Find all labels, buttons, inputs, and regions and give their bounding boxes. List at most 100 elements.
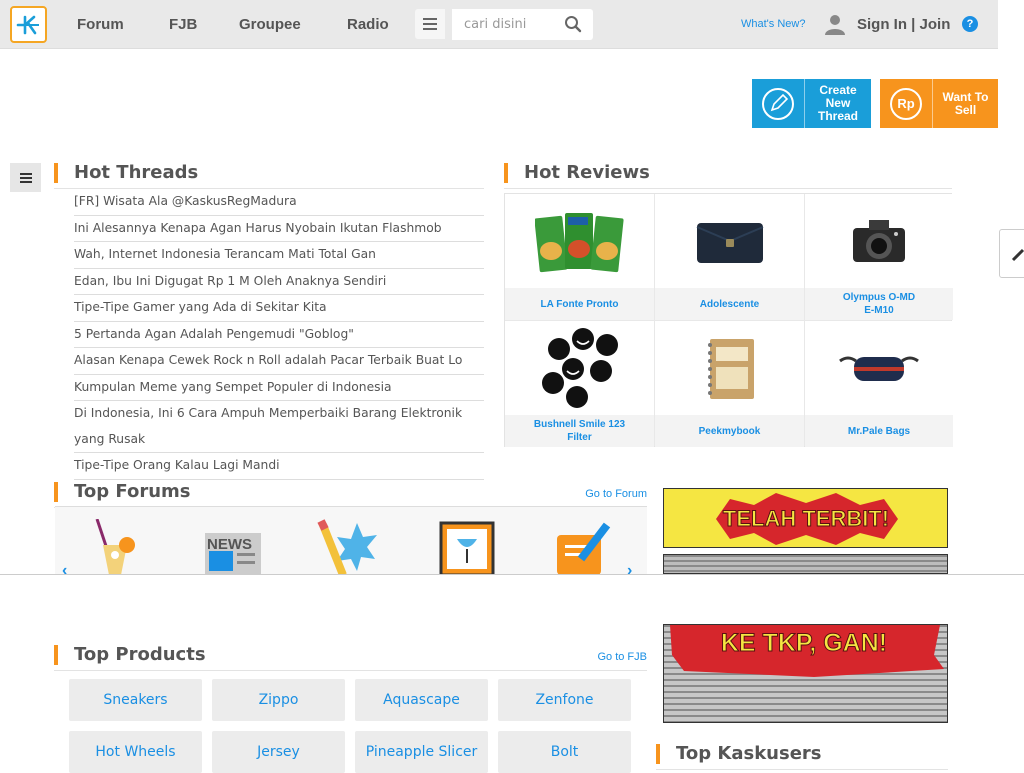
product-tag[interactable]: Bolt bbox=[498, 731, 631, 773]
hot-reviews-header: Hot Reviews bbox=[504, 162, 952, 189]
section-divider bbox=[0, 574, 1024, 575]
thread-item[interactable]: Edan, Ibu Ini Digugat Rp 1 M Oleh Anakny… bbox=[74, 269, 484, 295]
top-forums-title: Top Forums bbox=[74, 481, 191, 502]
review-card[interactable]: Adolescente bbox=[655, 194, 804, 320]
rupiah-icon: Rp bbox=[890, 87, 922, 120]
product-tag[interactable]: Hot Wheels bbox=[69, 731, 202, 773]
review-card[interactable]: Mr.Pale Bags bbox=[805, 321, 953, 447]
chevron-right-icon[interactable]: › bbox=[627, 562, 632, 580]
section-accent-bar bbox=[54, 163, 58, 183]
create-thread-button[interactable]: Create New Thread bbox=[752, 79, 871, 128]
want-to-sell-button[interactable]: Rp Want To Sell bbox=[880, 79, 998, 128]
ke-tkp-banner[interactable]: KE TKP, GAN! bbox=[663, 624, 948, 723]
waist-bag-icon bbox=[839, 356, 919, 381]
wallet-icon bbox=[696, 223, 763, 263]
section-accent-bar bbox=[656, 744, 660, 764]
product-tag[interactable]: Zippo bbox=[212, 679, 345, 721]
top-forums-header: Top Forums Go to Forum bbox=[54, 481, 647, 508]
review-image bbox=[805, 321, 953, 417]
review-card[interactable]: LA Fonte Pronto bbox=[505, 194, 654, 320]
nav-forum[interactable]: Forum bbox=[77, 16, 124, 33]
product-tag[interactable]: Aquascape bbox=[355, 679, 488, 721]
picture-frame-icon[interactable] bbox=[437, 519, 497, 575]
drink-icon[interactable] bbox=[83, 519, 143, 575]
whats-new-link[interactable]: What's New? bbox=[741, 18, 805, 30]
review-image bbox=[655, 194, 804, 290]
news-label: NEWS bbox=[207, 536, 252, 553]
thread-item[interactable]: Kumpulan Meme yang Sempet Populer di Ind… bbox=[74, 375, 484, 401]
notebook-icon bbox=[707, 339, 754, 399]
pencil-edge-icon bbox=[1011, 248, 1024, 262]
sell-icon-wrap: Rp bbox=[880, 79, 933, 128]
hamburger-menu-button[interactable] bbox=[415, 9, 445, 39]
kaskus-logo-icon bbox=[16, 15, 39, 34]
nav-radio[interactable]: Radio bbox=[347, 16, 389, 33]
thread-item[interactable]: Tipe-Tipe Gamer yang Ada di Sekitar Kita bbox=[74, 295, 484, 322]
ke-tkp-text: KE TKP, GAN! bbox=[721, 629, 887, 657]
section-accent-bar bbox=[504, 163, 508, 183]
noodle-pack-icon bbox=[534, 213, 624, 273]
list-icon bbox=[19, 172, 32, 183]
pencil-burst-icon[interactable] bbox=[317, 519, 377, 575]
product-tag[interactable]: Zenfone bbox=[498, 679, 631, 721]
telah-terbit-banner[interactable]: TELAH TERBIT! bbox=[663, 488, 948, 548]
edit-side-tab[interactable] bbox=[999, 229, 1024, 278]
nav-groupee[interactable]: Groupee bbox=[239, 16, 301, 33]
want-to-sell-label: Want To Sell bbox=[942, 89, 989, 117]
product-tag[interactable]: Sneakers bbox=[69, 679, 202, 721]
smile-filter-icon bbox=[541, 328, 618, 408]
review-name: LA Fonte Pronto bbox=[505, 288, 654, 320]
review-image bbox=[505, 321, 654, 417]
thread-item[interactable]: Wah, Internet Indonesia Terancam Mati To… bbox=[74, 242, 484, 269]
thread-item[interactable]: Tipe-Tipe Orang Kalau Lagi Mandi bbox=[74, 453, 484, 480]
review-name: Olympus O-MD E-M10 bbox=[805, 288, 953, 320]
top-kaskusers-title: Top Kaskusers bbox=[676, 743, 822, 764]
thread-item[interactable]: Ini Alesannya Kenapa Agan Harus Nyobain … bbox=[74, 216, 484, 242]
go-to-forum-link[interactable]: Go to Forum bbox=[585, 488, 647, 500]
product-tag[interactable]: Pineapple Slicer bbox=[355, 731, 488, 773]
create-thread-icon-wrap bbox=[752, 79, 805, 128]
product-tag[interactable]: Jersey bbox=[212, 731, 345, 773]
top-products-header: Top Products Go to FJB bbox=[54, 644, 647, 671]
thread-item[interactable]: 5 Pertanda Agan Adalah Pengemudi "Goblog… bbox=[74, 322, 484, 348]
kaskus-logo[interactable] bbox=[10, 6, 47, 43]
pencil-icon bbox=[762, 87, 794, 120]
sidebar-toggle-button[interactable] bbox=[10, 163, 41, 192]
review-image bbox=[805, 194, 953, 290]
hamburger-icon bbox=[423, 18, 437, 30]
user-icon bbox=[825, 15, 845, 35]
hot-threads-header: Hot Threads bbox=[54, 162, 484, 189]
banner-strip-top bbox=[663, 554, 948, 574]
search-icon[interactable] bbox=[564, 15, 582, 33]
review-name: Bushnell Smile 123 Filter bbox=[505, 415, 654, 447]
news-icon[interactable]: NEWS bbox=[201, 519, 261, 575]
chevron-left-icon[interactable]: ‹ bbox=[62, 562, 67, 580]
go-to-fjb-link[interactable]: Go to FJB bbox=[597, 651, 647, 663]
section-accent-bar bbox=[54, 482, 58, 502]
review-name: Peekmybook bbox=[655, 415, 804, 447]
top-products-title: Top Products bbox=[74, 644, 206, 665]
thread-item[interactable]: Alasan Kenapa Cewek Rock n Roll adalah P… bbox=[74, 348, 484, 375]
banner-burst: TELAH TERBIT! bbox=[716, 493, 898, 545]
top-navbar: Forum FJB Groupee Radio What's New? Sign… bbox=[0, 0, 998, 49]
thread-item[interactable]: Di Indonesia, Ini 6 Cara Ampuh Memperbai… bbox=[74, 401, 484, 453]
review-image bbox=[505, 194, 654, 290]
create-thread-label: Create New Thread bbox=[817, 83, 858, 123]
review-card[interactable]: Bushnell Smile 123 Filter bbox=[505, 321, 654, 447]
telah-terbit-text: TELAH TERBIT! bbox=[723, 506, 889, 531]
camera-icon bbox=[853, 220, 905, 262]
top-forums-carousel: ‹ NEWS › bbox=[55, 506, 647, 579]
hot-reviews-title: Hot Reviews bbox=[524, 162, 650, 183]
hot-threads-title: Hot Threads bbox=[74, 162, 199, 183]
top-kaskusers-header: Top Kaskusers bbox=[656, 743, 948, 770]
signin-join-link[interactable]: Sign In | Join bbox=[857, 16, 950, 33]
nav-fjb[interactable]: FJB bbox=[169, 16, 197, 33]
banner-flag: KE TKP, GAN! bbox=[670, 625, 944, 677]
thread-item[interactable]: [FR] Wisata Ala @KaskusRegMadura bbox=[74, 189, 484, 216]
review-card[interactable]: Peekmybook bbox=[655, 321, 804, 447]
section-accent-bar bbox=[54, 645, 58, 665]
review-card[interactable]: Olympus O-MD E-M10 bbox=[805, 194, 953, 320]
help-icon[interactable]: ? bbox=[962, 16, 978, 32]
edit-note-icon[interactable] bbox=[553, 519, 613, 575]
hot-threads-list: [FR] Wisata Ala @KaskusRegMadura Ini Ale… bbox=[74, 189, 484, 480]
